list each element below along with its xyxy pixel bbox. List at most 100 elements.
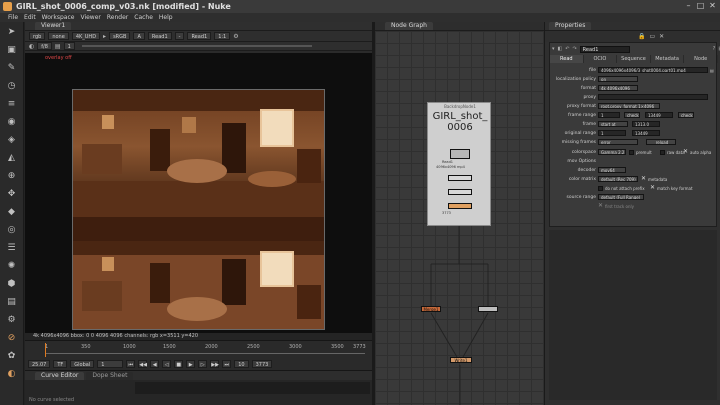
raw-data-checkbox[interactable] — [660, 150, 665, 155]
metadata-icon[interactable]: ☰ — [6, 242, 18, 254]
match-x-icon[interactable]: ✕ — [650, 184, 655, 191]
source-range-dropdown[interactable]: default (Full Range) — [598, 194, 644, 200]
play-back-button[interactable]: ◁ — [162, 359, 172, 368]
furnace-icon[interactable]: ⊘ — [6, 332, 18, 344]
alpha-dropdown[interactable]: none — [48, 32, 69, 40]
composite-dropdown[interactable]: - — [174, 32, 185, 40]
fstop-value[interactable]: f/8 — [37, 42, 52, 50]
input-b-node[interactable]: Read1 — [187, 32, 212, 40]
current-frame-field[interactable]: 1 — [97, 359, 124, 368]
colorspace-dropdown[interactable]: Gamma 2.2 — [598, 149, 626, 155]
tab-node[interactable]: Node — [684, 55, 718, 63]
clear-panels-icon[interactable]: ✕ — [659, 33, 664, 40]
menu-workspace[interactable]: Workspace — [42, 14, 75, 21]
prev-frame-button[interactable]: ◀ — [150, 359, 160, 368]
input-a-dropdown[interactable]: A — [133, 32, 145, 40]
viewer-canvas[interactable]: overlay off — [25, 53, 372, 333]
arrow-icon[interactable]: ▸ — [103, 33, 106, 40]
fps-field[interactable]: 25.07 — [28, 359, 51, 368]
lock-icon[interactable]: 🔒 — [638, 33, 645, 40]
range-mode[interactable]: Global — [70, 359, 95, 368]
color-icon[interactable]: ◧ — [558, 46, 563, 52]
frame-range-start[interactable]: 1 — [598, 112, 620, 118]
play-button[interactable]: ▶ — [186, 359, 196, 368]
playhead[interactable] — [45, 343, 46, 357]
tab-metadata[interactable]: Metadata — [651, 55, 685, 63]
redo-icon[interactable]: ↷ — [572, 46, 576, 52]
tab-sequence[interactable]: Sequence — [617, 55, 651, 63]
timeline-ruler[interactable]: 1 350 1000 1500 2000 2500 3000 3500 3773 — [45, 344, 366, 354]
tab-properties[interactable]: Properties — [549, 22, 592, 30]
frame-range-end-mode[interactable]: check — [678, 112, 694, 118]
time-icon[interactable]: ◷ — [6, 80, 18, 92]
decoder-dropdown[interactable]: mov64 — [598, 167, 626, 173]
curve-canvas[interactable] — [135, 382, 370, 394]
menu-cache[interactable]: Cache — [134, 14, 153, 21]
tab-viewer1[interactable]: Viewer1 — [35, 22, 72, 30]
first-track-x-icon[interactable]: ✕ — [598, 202, 603, 209]
last-frame-button[interactable]: ⏭ — [222, 359, 232, 368]
toolsets-icon[interactable]: ▤ — [6, 296, 18, 308]
colorspace-dropdown[interactable]: sRGB — [109, 32, 131, 40]
original-range-end[interactable]: 13449 — [632, 130, 660, 136]
maximize-icon[interactable]: □ — [696, 1, 705, 10]
draw-icon[interactable]: ✎ — [6, 62, 18, 74]
frame-value[interactable]: 1 — [63, 42, 75, 50]
channel-icon[interactable]: ≡ — [6, 98, 18, 110]
views-icon[interactable]: ◎ — [6, 224, 18, 236]
menu-viewer[interactable]: Viewer — [80, 14, 100, 21]
input-a-node[interactable]: Read1 — [147, 32, 172, 40]
fstop-icon[interactable]: ◐ — [29, 43, 34, 50]
menu-file[interactable]: File — [8, 14, 18, 21]
first-frame-button[interactable]: ⏮ — [126, 359, 136, 368]
cara-icon[interactable]: ✿ — [6, 350, 18, 362]
minimize-icon[interactable]: – — [684, 1, 693, 10]
folder-icon[interactable]: ▤ — [710, 67, 714, 74]
next-frame-button[interactable]: ▷ — [198, 359, 208, 368]
frame-range-end[interactable]: 13449 — [645, 112, 673, 118]
step-field[interactable]: 10 — [234, 359, 249, 368]
tab-node-graph[interactable]: Node Graph — [385, 22, 433, 30]
menu-edit[interactable]: Edit — [24, 14, 36, 21]
format-dropdown[interactable]: 4k 4096x4096 — [598, 85, 638, 91]
particles-icon[interactable]: ✺ — [6, 260, 18, 272]
original-range-start[interactable]: 1 — [598, 130, 626, 136]
tab-read[interactable]: Read — [550, 55, 584, 63]
settings-icon[interactable]: ⚙ — [233, 33, 238, 40]
max-panels-icon[interactable]: ▭ — [649, 33, 655, 40]
tab-curve-editor[interactable]: Curve Editor — [35, 372, 85, 380]
pointer-icon[interactable]: ➤ — [6, 26, 18, 38]
merge-node-left[interactable]: Merge1 — [421, 306, 441, 312]
3d-icon[interactable]: ◆ — [6, 206, 18, 218]
frame-range-start-mode[interactable]: check — [624, 112, 640, 118]
other-icon[interactable]: ⚙ — [6, 314, 18, 326]
end-frame-field[interactable]: 3773 — [251, 359, 273, 368]
stop-button[interactable]: ■ — [174, 359, 184, 368]
menu-render[interactable]: Render — [107, 14, 128, 21]
prev-key-button[interactable]: ◀◀ — [138, 359, 148, 368]
menu-help[interactable]: Help — [159, 14, 173, 21]
gain-slider[interactable] — [81, 45, 312, 47]
write-node[interactable]: Write1 — [450, 357, 472, 363]
node-graph-canvas[interactable]: BackdropNode1 GIRL_shot_ 0006 Read1 4096… — [375, 31, 544, 405]
oculus-icon[interactable]: ◐ — [6, 368, 18, 380]
metadata-x-icon[interactable]: ✕ — [641, 175, 646, 182]
tab-ocio[interactable]: OCIO — [584, 55, 618, 63]
proxy-format-dropdown[interactable]: root.proxy_format 1×4096 — [598, 103, 660, 109]
color-matrix-dropdown[interactable]: default (Rec 709) — [598, 176, 638, 182]
collapse-icon[interactable]: ▾ — [552, 46, 555, 52]
frame-offset-field[interactable]: 1313.0 — [632, 121, 660, 127]
transform-icon[interactable]: ✥ — [6, 188, 18, 200]
keyer-icon[interactable]: ◭ — [6, 152, 18, 164]
file-field[interactable]: 4096x4096x4096/3_shot0004.part01.mp4 — [598, 67, 708, 73]
resolution-dropdown[interactable]: 4K_UHD — [71, 32, 101, 40]
deep-icon[interactable]: ⬢ — [6, 278, 18, 290]
close-icon[interactable]: ✕ — [708, 1, 717, 10]
premult-checkbox[interactable] — [629, 150, 634, 155]
node-right[interactable] — [478, 306, 498, 312]
channels-dropdown[interactable]: rgb — [29, 32, 46, 40]
zoom-dropdown[interactable]: 1:1 — [214, 32, 231, 40]
localization-dropdown[interactable]: on — [598, 76, 638, 82]
frame-icon[interactable]: ▤ — [55, 43, 61, 50]
next-key-button[interactable]: ▶▶ — [210, 359, 220, 368]
